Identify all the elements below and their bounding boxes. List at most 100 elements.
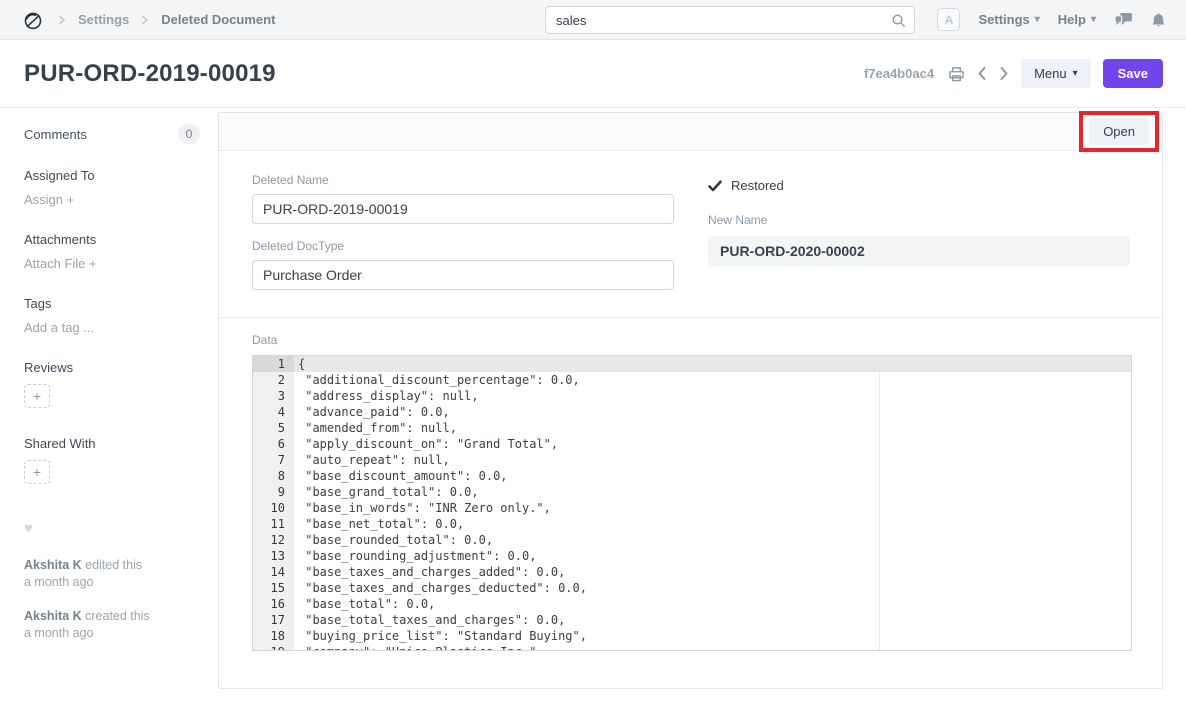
deleted-doctype-field: Deleted DocType (252, 239, 674, 290)
editor-line[interactable]: 4 "advance_paid": 0.0, (253, 404, 1131, 420)
add-tag-input[interactable]: Add a tag ... (24, 320, 200, 335)
shared-with-section: Shared With + (24, 436, 200, 484)
editor-line[interactable]: 12 "base_rounded_total": 0.0, (253, 532, 1131, 548)
deleted-name-label: Deleted Name (252, 173, 674, 187)
open-status-button[interactable]: Open (1089, 118, 1149, 145)
activity-user: Akshita K (24, 609, 82, 623)
editor-line[interactable]: 1{ (253, 356, 1131, 372)
editor-line[interactable]: 3 "address_display": null, (253, 388, 1131, 404)
line-number: 7 (253, 452, 294, 468)
activity-time: a month ago (24, 574, 200, 591)
attachments-heading: Attachments (24, 232, 200, 247)
editor-line[interactable]: 14 "base_taxes_and_charges_added": 0.0, (253, 564, 1131, 580)
tags-section: Tags Add a tag ... (24, 296, 200, 335)
assign-button[interactable]: Assign + (24, 192, 200, 207)
editor-line[interactable]: 15 "base_taxes_and_charges_deducted": 0.… (253, 580, 1131, 596)
activity-edited[interactable]: Akshita K edited this a month ago (24, 557, 200, 591)
editor-line[interactable]: 19 "company": "Unico Plastics Inc.", (253, 644, 1131, 651)
line-number: 11 (253, 516, 294, 532)
code-line-text: { (294, 356, 305, 372)
breadcrumb: Settings Deleted Document (22, 9, 275, 31)
code-line-text: "address_display": null, (294, 388, 479, 404)
search-input[interactable] (556, 13, 891, 28)
reviews-section: Reviews + (24, 360, 200, 408)
editor-line[interactable]: 16 "base_total": 0.0, (253, 596, 1131, 612)
chevron-down-icon: ▾ (1073, 69, 1078, 79)
code-line-text: "base_grand_total": 0.0, (294, 484, 479, 500)
restored-checkbox[interactable]: Restored (708, 178, 1130, 193)
activity-action: edited this (85, 558, 142, 572)
check-icon (708, 180, 722, 192)
code-line-text: "additional_discount_percentage": 0.0, (294, 372, 580, 388)
app-logo-icon[interactable] (22, 9, 46, 31)
activity-created[interactable]: Akshita K created this a month ago (24, 608, 200, 642)
editor-line[interactable]: 18 "buying_price_list": "Standard Buying… (253, 628, 1131, 644)
form-fields-section: Deleted Name Deleted DocType Restored Ne… (219, 151, 1162, 317)
code-line-text: "base_rounding_adjustment": 0.0, (294, 548, 536, 564)
breadcrumb-deleted-document[interactable]: Deleted Document (161, 12, 275, 27)
attach-file-button[interactable]: Attach File + (24, 256, 200, 271)
global-search[interactable] (545, 6, 915, 34)
code-line-text: "base_discount_amount": 0.0, (294, 468, 508, 484)
activity-log: Akshita K edited this a month ago Akshit… (24, 557, 200, 642)
line-number: 13 (253, 548, 294, 564)
chevron-down-icon: ▾ (1035, 15, 1040, 25)
menu-button[interactable]: Menu ▾ (1021, 59, 1091, 88)
editor-line[interactable]: 5 "amended_from": null, (253, 420, 1131, 436)
editor-line[interactable]: 17 "base_total_taxes_and_charges": 0.0, (253, 612, 1131, 628)
print-icon[interactable] (948, 66, 965, 82)
like-heart-icon[interactable]: ♥ (24, 520, 200, 537)
editor-line[interactable]: 7 "auto_repeat": null, (253, 452, 1131, 468)
comments-link[interactable]: Comments 0 (24, 124, 200, 144)
new-name-label: New Name (708, 213, 1130, 227)
tags-heading: Tags (24, 296, 200, 311)
line-number: 10 (253, 500, 294, 516)
line-number: 3 (253, 388, 294, 404)
line-number: 14 (253, 564, 294, 580)
next-doc-icon[interactable] (999, 66, 1009, 81)
line-number: 5 (253, 420, 294, 436)
restored-label: Restored (731, 178, 784, 193)
code-line-text: "base_taxes_and_charges_added": 0.0, (294, 564, 565, 580)
help-menu[interactable]: Help ▾ (1058, 12, 1096, 27)
form-sidebar: Comments 0 Assigned To Assign + Attachme… (24, 110, 200, 659)
deleted-name-input[interactable] (252, 194, 674, 224)
code-line-text: "apply_discount_on": "Grand Total", (294, 436, 558, 452)
share-button[interactable]: + (24, 460, 50, 484)
search-icon[interactable] (891, 13, 906, 28)
line-number: 15 (253, 580, 294, 596)
form-card: Open Deleted Name Deleted DocType (218, 112, 1163, 689)
editor-line[interactable]: 10 "base_in_words": "INR Zero only.", (253, 500, 1131, 516)
code-line-text: "base_taxes_and_charges_deducted": 0.0, (294, 580, 587, 596)
prev-doc-icon[interactable] (977, 66, 987, 81)
json-code-editor[interactable]: 1{2 "additional_discount_percentage": 0.… (252, 355, 1132, 651)
chevron-down-icon: ▾ (1091, 15, 1096, 25)
shared-with-heading: Shared With (24, 436, 200, 451)
line-number: 16 (253, 596, 294, 612)
editor-line[interactable]: 13 "base_rounding_adjustment": 0.0, (253, 548, 1131, 564)
editor-line[interactable]: 9 "base_grand_total": 0.0, (253, 484, 1131, 500)
deleted-name-field: Deleted Name (252, 173, 674, 224)
user-avatar[interactable]: A (937, 8, 960, 31)
assigned-to-section: Assigned To Assign + (24, 168, 200, 207)
page-title: PUR-ORD-2019-00019 (24, 60, 276, 88)
settings-menu[interactable]: Settings ▾ (978, 12, 1039, 27)
line-number: 19 (253, 644, 294, 651)
editor-line[interactable]: 11 "base_net_total": 0.0, (253, 516, 1131, 532)
page-head: PUR-ORD-2019-00019 f7ea4b0ac4 Menu ▾ Sav… (0, 40, 1186, 108)
activity-action: created this (85, 609, 150, 623)
add-review-button[interactable]: + (24, 384, 50, 408)
line-number: 4 (253, 404, 294, 420)
doc-hash: f7ea4b0ac4 (864, 66, 934, 81)
notifications-bell-icon[interactable] (1151, 12, 1166, 28)
code-line-text: "company": "Unico Plastics Inc.", (294, 644, 544, 651)
deleted-doctype-input[interactable] (252, 260, 674, 290)
save-button[interactable]: Save (1103, 59, 1163, 88)
line-number: 18 (253, 628, 294, 644)
deleted-doctype-label: Deleted DocType (252, 239, 674, 253)
editor-line[interactable]: 6 "apply_discount_on": "Grand Total", (253, 436, 1131, 452)
editor-line[interactable]: 2 "additional_discount_percentage": 0.0, (253, 372, 1131, 388)
chat-icon[interactable] (1114, 12, 1133, 28)
editor-line[interactable]: 8 "base_discount_amount": 0.0, (253, 468, 1131, 484)
breadcrumb-settings[interactable]: Settings (78, 12, 129, 27)
